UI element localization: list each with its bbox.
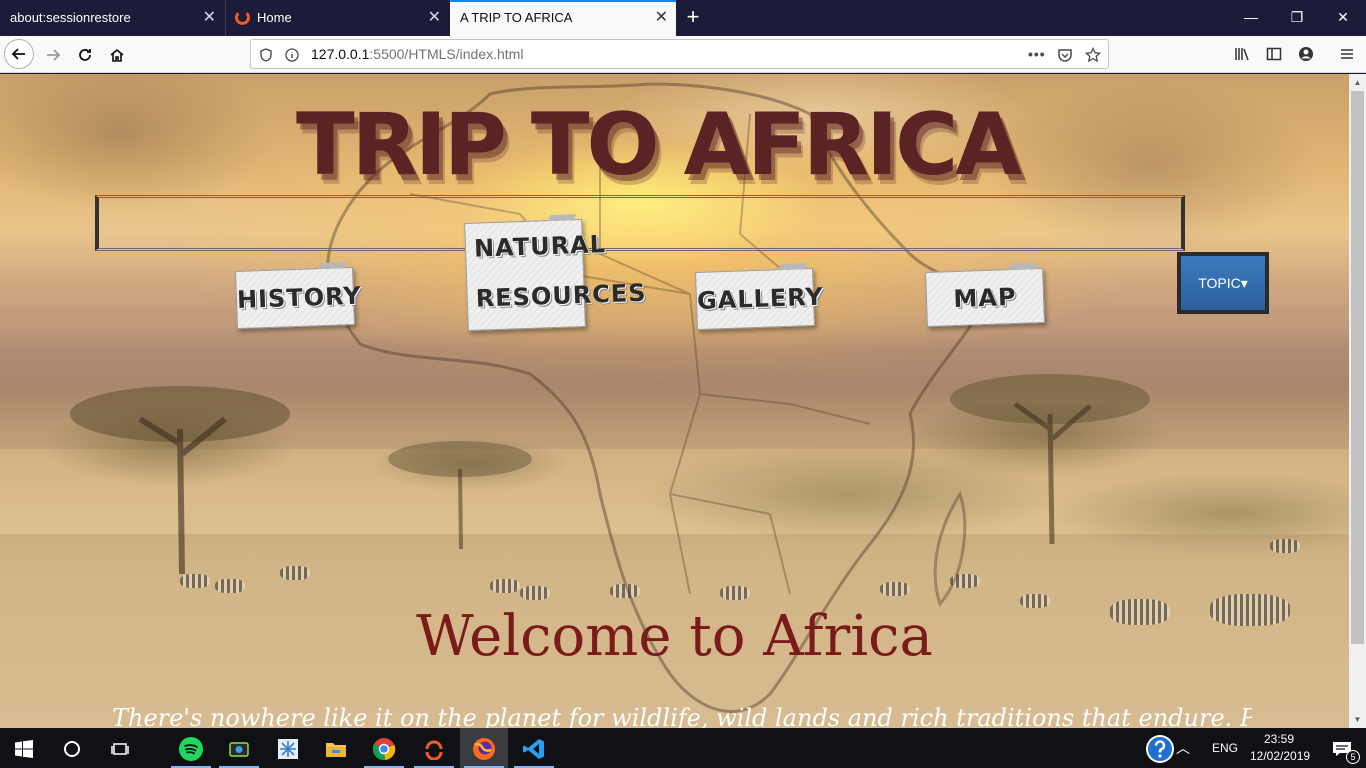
- nav-label: MAP: [953, 282, 1018, 314]
- account-icon[interactable]: [1292, 39, 1320, 69]
- title-underline-bar: [95, 195, 1185, 251]
- zebra-image: [1270, 539, 1300, 553]
- nav-gallery-link[interactable]: GALLERY: [695, 263, 824, 331]
- tab-label: A TRIP TO AFRICA: [460, 10, 573, 25]
- windows-logo-icon: [15, 740, 33, 759]
- tag-fold: [547, 214, 577, 222]
- nav-label: HISTORY: [236, 281, 363, 315]
- nav-map-link[interactable]: MAP: [925, 263, 1045, 328]
- page-viewport: TRIP TO AFRICA HISTORY NATURAL RESOURCES…: [0, 74, 1349, 728]
- bookmark-star-icon[interactable]: [1084, 40, 1102, 68]
- tag-fold: [318, 262, 348, 270]
- spotify-icon: [179, 737, 203, 762]
- close-icon[interactable]: ✕: [428, 0, 441, 36]
- window-close-button[interactable]: ✕: [1320, 0, 1366, 36]
- home-button[interactable]: [102, 39, 132, 69]
- acacia-tree-image: [70, 386, 290, 574]
- page-scrollbar[interactable]: ▲ ▼: [1349, 74, 1366, 728]
- eclipse-icon: [425, 740, 443, 761]
- close-icon[interactable]: ✕: [203, 0, 216, 36]
- firefox-icon: [473, 738, 495, 761]
- task-view-button[interactable]: [96, 728, 144, 768]
- close-icon[interactable]: ✕: [655, 2, 668, 34]
- intro-paragraph: There's nowhere like it on the planet fo…: [112, 704, 1252, 728]
- nav-natural-resources-link[interactable]: NATURAL RESOURCES: [464, 214, 648, 332]
- taskbar-spotify[interactable]: [167, 728, 215, 768]
- scroll-up-arrow-icon[interactable]: ▲: [1349, 74, 1366, 91]
- home-icon: [110, 49, 124, 63]
- tab-home[interactable]: Home ✕: [225, 0, 449, 36]
- nav-label-line2: RESOURCES: [475, 278, 648, 313]
- taskbar-vscode[interactable]: [510, 728, 558, 768]
- reload-icon: [79, 49, 91, 62]
- browser-tab-strip: about:sessionrestore ✕ Home ✕ A TRIP TO …: [0, 0, 1366, 36]
- eclipse-icon: [235, 10, 250, 25]
- nav-label-line1: NATURAL: [473, 230, 607, 263]
- menu-icon[interactable]: [1333, 39, 1361, 69]
- reload-button[interactable]: [70, 39, 100, 69]
- tab-session-restore[interactable]: about:sessionrestore ✕: [0, 0, 224, 36]
- site-title: TRIP TO AFRICA: [296, 95, 1022, 195]
- tab-label: Home: [257, 10, 292, 25]
- cortana-circle-icon: [64, 741, 80, 758]
- minimize-button[interactable]: ―: [1228, 0, 1274, 36]
- shield-icon[interactable]: [259, 40, 273, 68]
- vscode-icon: [523, 739, 544, 760]
- back-arrow-icon: [11, 48, 25, 60]
- url-host: 127.0.0.1: [311, 46, 370, 62]
- tag-fold: [1008, 263, 1038, 271]
- clock-date[interactable]: 12/02/2019: [1250, 749, 1310, 763]
- back-button[interactable]: [4, 39, 34, 69]
- sidebar-icon[interactable]: [1260, 39, 1288, 69]
- language-indicator[interactable]: ENG: [1212, 741, 1238, 755]
- nav-label: GALLERY: [696, 282, 825, 316]
- task-view-icon: [111, 743, 129, 755]
- tray-overflow-chevron-icon[interactable]: ︿: [1168, 728, 1198, 768]
- action-center-button[interactable]: 5: [1318, 728, 1366, 768]
- tab-trip-to-africa[interactable]: A TRIP TO AFRICA ✕: [450, 0, 676, 36]
- welcome-heading: Welcome to Africa: [416, 604, 933, 669]
- taskbar-chrome[interactable]: [360, 728, 408, 768]
- url-path: :5500/HTMLS/index.html: [369, 46, 524, 62]
- tag-fold: [778, 263, 808, 271]
- topic-dropdown-button[interactable]: TOPIC▾: [1177, 252, 1269, 314]
- scrollbar-thumb[interactable]: [1351, 91, 1364, 644]
- new-tab-button[interactable]: +: [680, 0, 706, 36]
- cortana-search-button[interactable]: [48, 728, 96, 768]
- taskbar-file-explorer[interactable]: [312, 728, 360, 768]
- zebra-image: [215, 579, 245, 593]
- clock-time[interactable]: 23:59: [1264, 732, 1294, 746]
- taskbar-firefox[interactable]: [460, 728, 508, 768]
- taskbar-eclipse[interactable]: [410, 728, 458, 768]
- info-icon[interactable]: [285, 40, 299, 68]
- pocket-icon[interactable]: [1057, 40, 1073, 68]
- camera-app-icon: [229, 742, 249, 757]
- windows-taskbar: ︿ ENG 23:59 12/02/2019 5: [0, 728, 1366, 768]
- zebra-image: [180, 574, 210, 588]
- url-text: 127.0.0.1:5500/HTMLS/index.html: [311, 40, 523, 68]
- taskbar-camera-app[interactable]: [215, 728, 263, 768]
- taskbar-snip-app[interactable]: [264, 728, 312, 768]
- chrome-icon: [372, 738, 396, 761]
- forward-arrow-icon: [47, 49, 61, 61]
- library-icon[interactable]: [1228, 39, 1256, 69]
- notification-count-badge: 5: [1346, 750, 1360, 764]
- scroll-down-arrow-icon[interactable]: ▼: [1349, 711, 1366, 728]
- topic-dropdown-label: TOPIC▾: [1181, 256, 1265, 310]
- start-button[interactable]: [0, 728, 48, 768]
- page-actions-icon[interactable]: •••: [1028, 40, 1046, 68]
- folder-icon: [326, 743, 346, 758]
- snowflake-app-icon: [278, 739, 298, 760]
- url-bar[interactable]: 127.0.0.1:5500/HTMLS/index.html •••: [250, 39, 1109, 69]
- restore-button[interactable]: ❐: [1274, 0, 1320, 36]
- forward-button[interactable]: [38, 39, 68, 69]
- nav-history-link[interactable]: HISTORY: [235, 262, 362, 330]
- browser-nav-bar: 127.0.0.1:5500/HTMLS/index.html •••: [0, 36, 1366, 73]
- tab-label: about:sessionrestore: [10, 10, 131, 25]
